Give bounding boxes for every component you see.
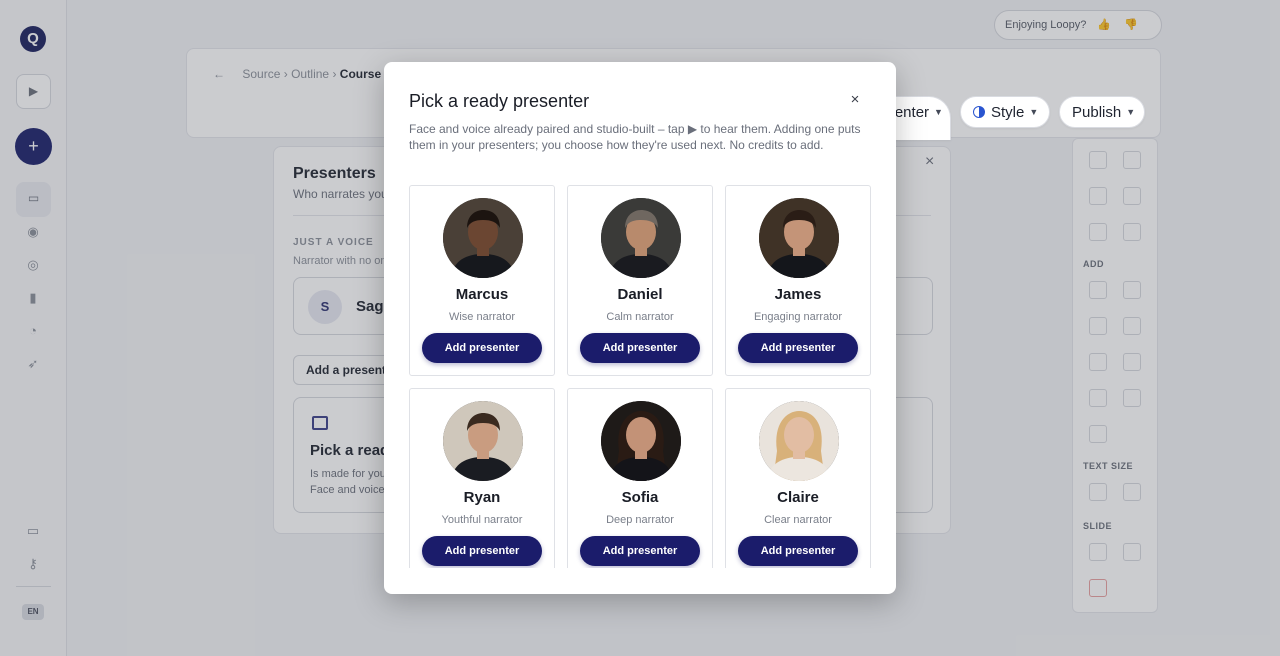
chevron-down-icon: ▼ (934, 107, 943, 117)
presenter-role: Clear narrator (764, 514, 832, 526)
presenter-name: James (774, 286, 822, 303)
style-label: Style (991, 104, 1025, 121)
presenter-photo[interactable] (759, 198, 839, 278)
close-icon[interactable]: × (848, 92, 862, 107)
add-presenter-button[interactable]: Add presenter (738, 536, 858, 566)
add-presenter-button[interactable]: Add presenter (738, 333, 858, 363)
presenter-card[interactable]: James Engaging narrator Add presenter (725, 185, 871, 376)
presenter-grid: Marcus Wise narrator Add presenter Daniel Ca… (409, 185, 871, 568)
add-presenter-button[interactable]: Add presenter (580, 333, 700, 363)
add-presenter-button[interactable]: Add presenter (580, 536, 700, 566)
presenter-photo[interactable] (601, 198, 681, 278)
add-presenter-button[interactable]: Add presenter (422, 333, 542, 363)
presenter-name: Daniel (617, 286, 663, 303)
presenter-photo[interactable] (759, 401, 839, 481)
presenter-card[interactable]: Marcus Wise narrator Add presenter (409, 185, 555, 376)
presenter-photo[interactable] (443, 401, 523, 481)
presenter-name: Claire (777, 489, 819, 506)
presenter-name: Ryan (463, 489, 501, 506)
publish-label: Publish (1072, 104, 1122, 121)
presenter-card[interactable]: Claire Clear narrator Add presenter (725, 388, 871, 568)
style-icon (973, 106, 985, 118)
add-presenter-button[interactable]: Add presenter (422, 536, 542, 566)
publish-menu-button[interactable]: Publish ▼ (1059, 96, 1145, 128)
presenter-name: Sofia (621, 489, 659, 506)
presenter-role: Engaging narrator (753, 311, 843, 323)
presenter-photo[interactable] (601, 401, 681, 481)
presenter-role: Deep narrator (606, 514, 674, 526)
pick-presenter-dialog: Pick a ready presenter × Face and voice … (384, 62, 896, 594)
presenter-card[interactable]: Daniel Calm narrator Add presenter (567, 185, 713, 376)
style-menu-button[interactable]: Style ▼ (960, 96, 1050, 128)
presenter-photo[interactable] (443, 198, 523, 278)
presenter-role: Wise narrator (448, 311, 516, 323)
presenter-name: Marcus (455, 286, 509, 303)
presenter-card[interactable]: Ryan Youthful narrator Add presenter (409, 388, 555, 568)
presenter-role: Youthful narrator (441, 514, 523, 526)
dialog-description: Face and voice already paired and studio… (409, 122, 861, 152)
presenter-role: Calm narrator (606, 311, 674, 323)
chevron-down-icon: ▼ (1126, 107, 1136, 117)
presenter-card[interactable]: Sofia Deep narrator Add presenter (567, 388, 713, 568)
chevron-down-icon: ▼ (1029, 107, 1039, 117)
dialog-title: Pick a ready presenter (409, 91, 590, 111)
